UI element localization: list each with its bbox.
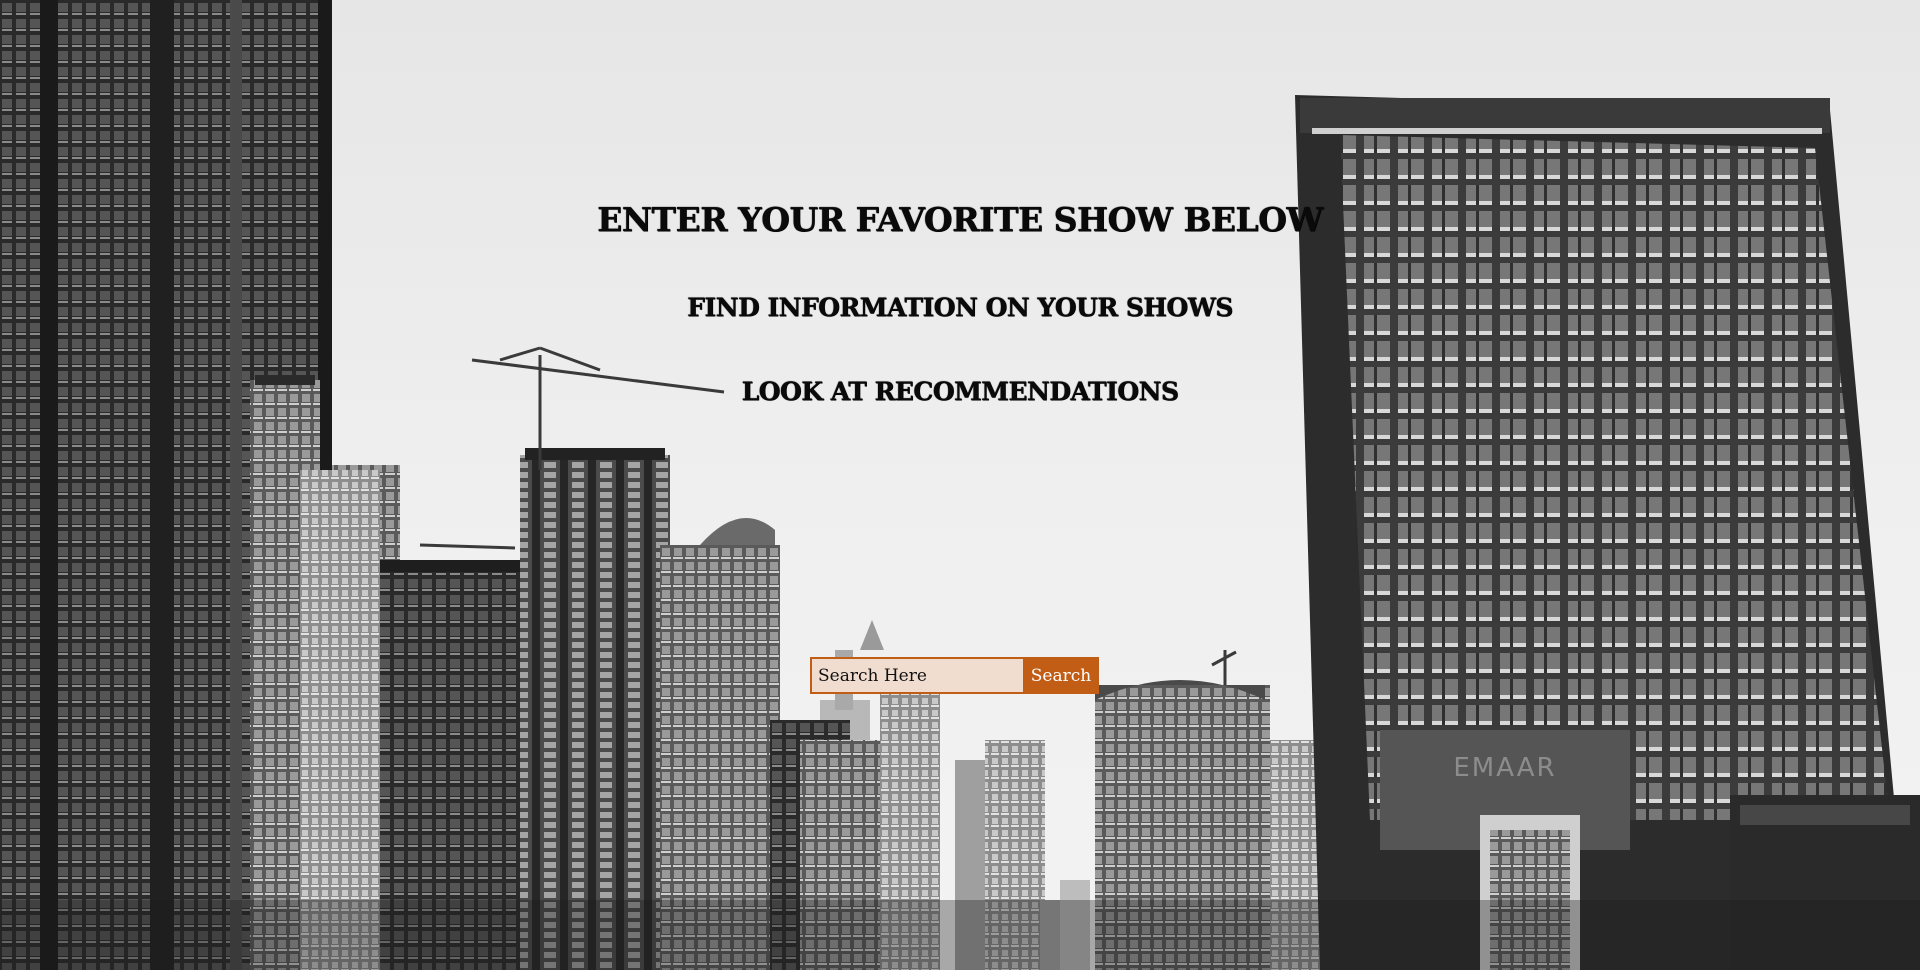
hero-subline-info: FIND INFORMATION ON YOUR SHOWS <box>687 293 1233 322</box>
search-form: Search <box>810 657 1099 694</box>
search-button[interactable]: Search <box>1023 657 1099 694</box>
hero-headline: ENTER YOUR FAVORITE SHOW BELOW <box>597 200 1323 239</box>
search-input[interactable] <box>810 657 1023 694</box>
left-towers <box>0 0 380 970</box>
building-sign: EMAAR <box>1453 753 1556 783</box>
hero-subline-recommendations: LOOK AT RECOMMENDATIONS <box>741 377 1179 406</box>
city-skyline-background: EMAAR <box>0 0 1920 970</box>
